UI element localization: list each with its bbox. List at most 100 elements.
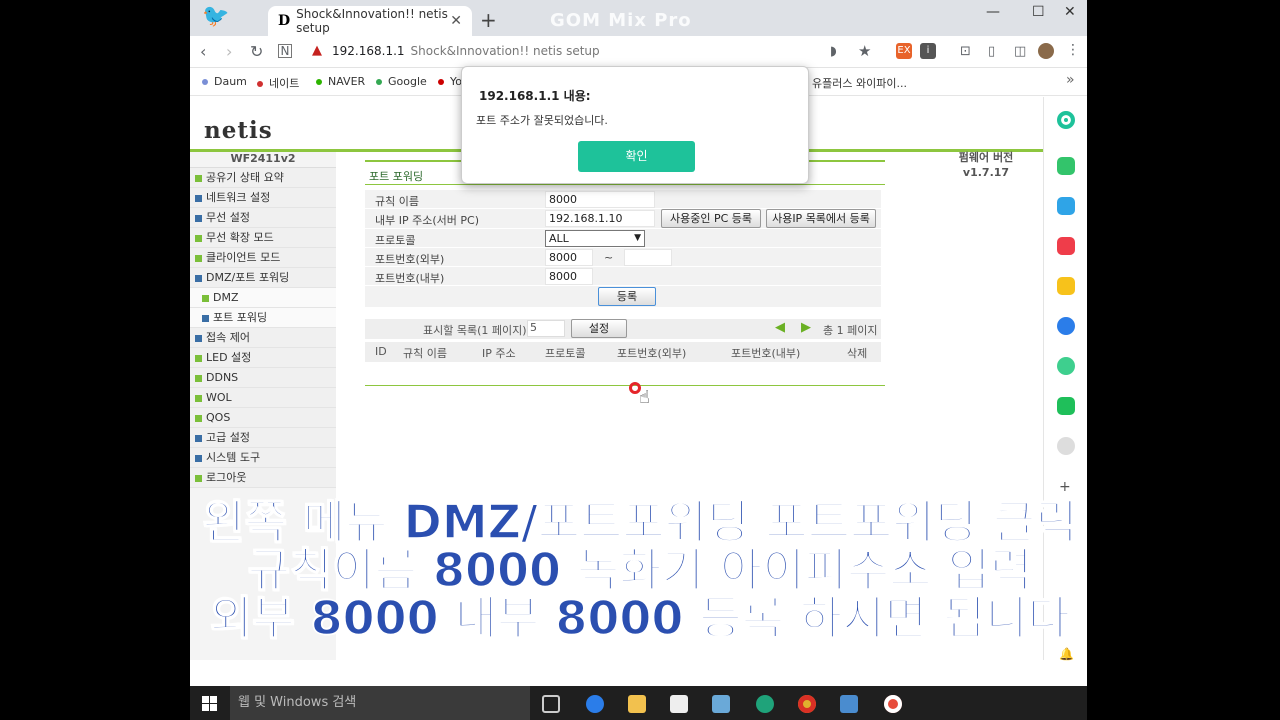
- bookmark-youtube[interactable]: Yo: [438, 75, 462, 88]
- register-from-list-button[interactable]: 사용IP 목록에서 등록: [766, 209, 876, 228]
- calendar-icon[interactable]: [1057, 197, 1075, 215]
- register-current-pc-button[interactable]: 사용중인 PC 등록: [661, 209, 761, 228]
- windows-start-icon[interactable]: [202, 696, 217, 711]
- recorder-icon[interactable]: [884, 695, 902, 713]
- bookmark-uplus[interactable]: 유플러스 와이파이...: [812, 75, 907, 91]
- favorites-star-icon[interactable]: [1057, 277, 1075, 295]
- register-button[interactable]: 등록: [598, 287, 656, 306]
- play-icon[interactable]: [1057, 357, 1075, 375]
- bookmark-naver[interactable]: NAVER: [316, 75, 365, 88]
- external-port-end-input[interactable]: [624, 249, 672, 266]
- menu-item-wireless[interactable]: 무선 설정: [190, 208, 336, 228]
- tab-bar: 🐦 D Shock&Innovation!! netis setup ✕ + G…: [190, 0, 1087, 36]
- edge-legacy-icon[interactable]: [586, 695, 604, 713]
- new-tab-icon[interactable]: +: [480, 8, 497, 32]
- browser-tab[interactable]: D Shock&Innovation!! netis setup ✕: [268, 6, 472, 36]
- menu-item-advanced[interactable]: 고급 설정: [190, 428, 336, 448]
- menu-item-dmz[interactable]: DMZ: [190, 288, 336, 308]
- protocol-select[interactable]: ALL ▼: [545, 230, 645, 247]
- menu-bullet-icon: [202, 294, 209, 302]
- menu-label: 포트 포워딩: [213, 311, 268, 324]
- menu-item-port-forwarding[interactable]: 포트 포워딩: [190, 308, 336, 328]
- remote-desktop-icon[interactable]: [840, 695, 858, 713]
- pocket-icon[interactable]: [1057, 237, 1075, 255]
- menu-item-dmz-portforward[interactable]: DMZ/포트 포워딩: [190, 268, 336, 288]
- prev-page-icon[interactable]: ◀: [775, 320, 785, 335]
- edge-icon[interactable]: [1057, 317, 1075, 335]
- back-icon[interactable]: ‹: [200, 42, 206, 61]
- menu-label: DMZ/포트 포워딩: [206, 271, 290, 284]
- url-field[interactable]: 192.168.1.1 Shock&Innovation!! netis setu…: [332, 44, 600, 58]
- section-bottom-line: [365, 385, 885, 386]
- external-port-start-input[interactable]: 8000: [545, 249, 593, 266]
- menu-bullet-icon: [195, 174, 202, 182]
- close-window-icon[interactable]: ✕: [1064, 4, 1076, 20]
- maximize-icon[interactable]: ☐: [1032, 4, 1045, 20]
- display-count-input[interactable]: 5: [527, 320, 565, 337]
- bell-icon[interactable]: 🔔: [1059, 647, 1074, 661]
- menu-item-status[interactable]: 공유기 상태 요약: [190, 168, 336, 188]
- chevron-down-icon: ▼: [634, 233, 641, 243]
- close-tab-icon[interactable]: ✕: [450, 13, 462, 29]
- menu-label: 무선 설정: [206, 211, 250, 224]
- menu-item-logout[interactable]: 로그아웃: [190, 468, 336, 488]
- display-count-label: 표시할 목록(1 페이지): [423, 324, 527, 337]
- menu-label: DDNS: [206, 371, 239, 384]
- bookmark-label: NAVER: [328, 75, 366, 88]
- menu-label: QOS: [206, 411, 231, 424]
- ok-button[interactable]: 확인: [578, 141, 695, 172]
- reading-icon[interactable]: ▯: [988, 44, 995, 59]
- chat-icon[interactable]: [1057, 157, 1075, 175]
- store-icon[interactable]: [670, 695, 688, 713]
- bookmark-label: 유플러스 와이파이...: [812, 77, 907, 90]
- column-header: 삭제: [847, 347, 868, 360]
- menu-item-qos[interactable]: QOS: [190, 408, 336, 428]
- menu-item-network[interactable]: 네트워크 설정: [190, 188, 336, 208]
- task-view-icon[interactable]: [542, 695, 560, 713]
- twitter-icon[interactable]: [712, 695, 730, 713]
- more-bookmarks-icon[interactable]: »: [1066, 72, 1075, 88]
- not-secure-icon[interactable]: ▲: [312, 43, 322, 58]
- shield-icon[interactable]: ◗: [830, 44, 837, 59]
- bookmark-daum[interactable]: Daum: [202, 75, 247, 88]
- menu-item-wol[interactable]: WOL: [190, 388, 336, 408]
- alert-dialog: 192.168.1.1 내용: 포트 주소가 잘못되었습니다. 확인: [461, 66, 809, 184]
- menu-item-access-control[interactable]: 접속 제어: [190, 328, 336, 348]
- screenshot-icon[interactable]: ⊡: [960, 44, 971, 59]
- next-page-icon[interactable]: ▶: [801, 320, 811, 335]
- menu-item-led[interactable]: LED 설정: [190, 348, 336, 368]
- n-extension-icon[interactable]: N: [278, 44, 292, 58]
- bookmark-google[interactable]: Google: [376, 75, 427, 88]
- internal-ip-input[interactable]: 192.168.1.10: [545, 210, 655, 227]
- menu-item-client-mode[interactable]: 클라이언트 모드: [190, 248, 336, 268]
- green-app-icon[interactable]: [1057, 397, 1075, 415]
- internal-port-input[interactable]: 8000: [545, 268, 593, 285]
- rule-name-input[interactable]: 8000: [545, 191, 655, 208]
- rule-name-row: 규칙 이름 8000: [365, 190, 881, 209]
- edge-dev-icon[interactable]: [756, 695, 774, 713]
- character-icon[interactable]: [1057, 437, 1075, 455]
- chrome-icon[interactable]: [798, 695, 816, 713]
- firmware-version: v1.7.17: [962, 166, 1010, 179]
- menu-item-system-tools[interactable]: 시스템 도구: [190, 448, 336, 468]
- star-icon[interactable]: ★: [858, 42, 871, 60]
- forward-icon[interactable]: ›: [226, 42, 232, 61]
- menu-item-wireless-extend[interactable]: 무선 확장 모드: [190, 228, 336, 248]
- extension-info-icon[interactable]: i: [920, 43, 936, 59]
- bookmark-nate[interactable]: 네이트: [257, 75, 299, 91]
- menu-icon[interactable]: ⋮: [1066, 42, 1080, 58]
- extension-ex-icon[interactable]: EX: [896, 43, 912, 59]
- menu-item-ddns[interactable]: DDNS: [190, 368, 336, 388]
- side-app-icon[interactable]: [1057, 111, 1075, 129]
- reload-icon[interactable]: ↻: [250, 42, 263, 61]
- add-icon[interactable]: +: [1059, 479, 1071, 495]
- minimize-icon[interactable]: —: [986, 4, 1000, 20]
- menu-label: 공유기 상태 요약: [206, 171, 284, 184]
- firmware-label: 펌웨어 버전: [958, 151, 1014, 164]
- set-button[interactable]: 설정: [571, 319, 627, 338]
- profile-avatar[interactable]: [1038, 43, 1054, 59]
- list-settings-row: 표시할 목록(1 페이지) 5 설정 ◀ ▶ 총 1 페이지: [365, 319, 881, 339]
- sidebar-toggle-icon[interactable]: ◫: [1014, 44, 1026, 59]
- file-explorer-icon[interactable]: [628, 695, 646, 713]
- taskbar-search-box[interactable]: 웹 및 Windows 검색: [230, 686, 530, 720]
